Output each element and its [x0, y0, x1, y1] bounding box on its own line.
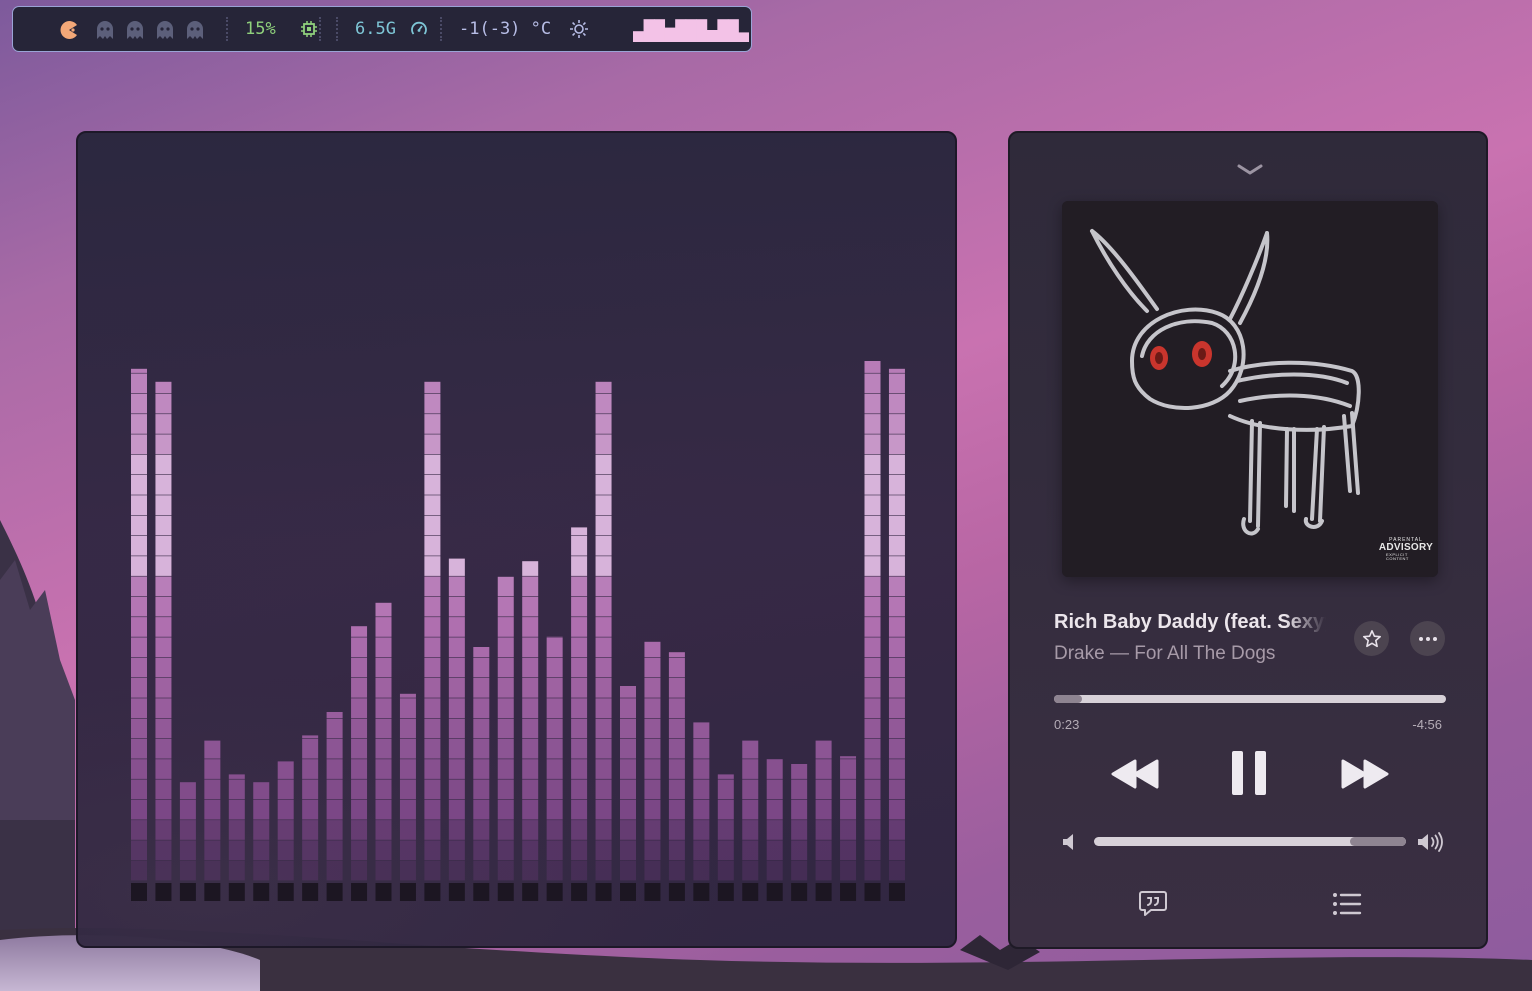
spectrum-bar [595, 381, 612, 901]
spectrum-bar [302, 735, 319, 901]
pause-icon[interactable] [1230, 749, 1268, 797]
ghost-icon[interactable] [96, 20, 114, 40]
spectrum-bar [326, 712, 343, 901]
divider [336, 17, 338, 41]
spectrum-bar [497, 576, 514, 901]
divider [226, 17, 228, 41]
spectrum-bars [78, 361, 955, 946]
ellipsis-icon [1418, 636, 1437, 641]
spectrum-bar [399, 693, 416, 901]
spectrum-bar [277, 761, 294, 901]
queue-list-icon[interactable] [1332, 891, 1362, 917]
chevron-down-icon[interactable] [1236, 163, 1264, 177]
sparkline-bar [675, 19, 687, 42]
lyrics-icon[interactable] [1138, 888, 1168, 918]
spectrum-bar [644, 641, 661, 901]
rewind-icon[interactable] [1110, 757, 1160, 791]
artist-album[interactable]: Drake — For All The Dogs [1054, 643, 1275, 665]
sparkline-bar [643, 19, 655, 42]
ghost-icon[interactable] [186, 20, 204, 40]
spectrum-bar [668, 652, 685, 901]
favorite-button[interactable] [1354, 621, 1389, 656]
track-title: Rich Baby Daddy (feat. Sexyy Red & SZA) [1054, 611, 1326, 633]
volume-high-icon[interactable] [1416, 831, 1446, 853]
chip-icon [301, 21, 317, 37]
spectrum-bar [448, 558, 465, 901]
elapsed-time: 0:23 [1054, 717, 1080, 732]
sparkline-bar [738, 32, 749, 42]
star-icon [1362, 629, 1381, 647]
spectrum-bar [546, 636, 563, 901]
memory-usage: 6.5G [355, 19, 396, 39]
sun-icon [570, 20, 588, 38]
album-art: PARENTAL ADVISORY EXPLICIT CONTENT [1062, 201, 1438, 577]
audio-visualizer [76, 131, 957, 948]
music-player: PARENTAL ADVISORY EXPLICIT CONTENT Rich … [1008, 131, 1488, 949]
track-title-container: Rich Baby Daddy (feat. Sexyy Red & SZA) [1054, 611, 1326, 634]
sparkline-bar [717, 19, 729, 42]
divider [319, 17, 321, 41]
progress-fill [1054, 695, 1083, 703]
parental-advisory-label: PARENTAL ADVISORY EXPLICIT CONTENT [1379, 535, 1433, 563]
gauge-icon [411, 21, 427, 35]
spectrum-bar [473, 647, 490, 901]
ghost-icon[interactable] [156, 20, 174, 40]
advisory-line: ADVISORY [1378, 541, 1434, 553]
spectrum-bar [522, 561, 539, 901]
spectrum-bar [155, 381, 172, 901]
sparkline-bar [664, 27, 676, 42]
sparkline-bar [696, 19, 708, 42]
spectrum-bar [131, 368, 147, 901]
spectrum-bar [204, 740, 221, 901]
album-cover-goat-drawing [1062, 201, 1438, 577]
advisory-line: EXPLICIT CONTENT [1386, 551, 1409, 561]
divider [440, 17, 442, 41]
volume-low-icon[interactable] [1060, 831, 1080, 853]
volume-track-remaining [1349, 837, 1406, 846]
ghost-icon[interactable] [126, 20, 144, 40]
spectrum-bar [351, 626, 368, 901]
spectrum-bar [815, 740, 832, 901]
spectrum-bar [840, 756, 857, 901]
sparkline-bar [706, 30, 718, 42]
sparkline-bar [685, 19, 697, 42]
status-bar: 15% 6.5G -1(-3) °C [12, 6, 752, 52]
spectrum-bar [253, 782, 270, 901]
spectrum-bar [571, 527, 588, 901]
sparkline-bar [654, 19, 666, 42]
cpu-usage: 15% [245, 19, 276, 39]
network-sparkline [633, 19, 749, 42]
fast-forward-icon[interactable] [1340, 757, 1390, 791]
spectrum-bar [424, 381, 441, 901]
spectrum-bar [693, 722, 710, 901]
spectrum-bar [179, 782, 196, 901]
more-options-button[interactable] [1410, 621, 1445, 656]
sparkline-bar [727, 19, 739, 42]
spectrum-bar [742, 740, 759, 901]
playback-progress-bar[interactable] [1054, 695, 1446, 703]
spectrum-bar [888, 368, 905, 901]
remaining-time: -4:56 [1412, 717, 1442, 732]
temperature: -1(-3) °C [459, 19, 552, 39]
spectrum-bar [375, 602, 392, 901]
spectrum-bar [766, 759, 783, 901]
volume-slider[interactable] [1094, 837, 1406, 846]
sparkline-bar [633, 31, 644, 42]
pacman-icon[interactable] [59, 20, 79, 40]
